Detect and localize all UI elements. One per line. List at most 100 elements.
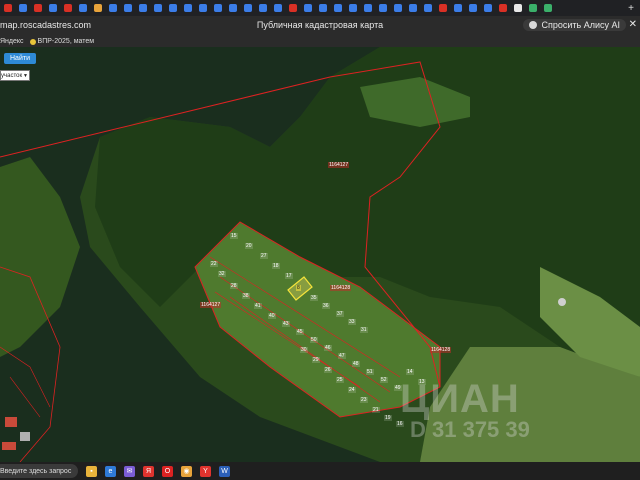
browser-tab[interactable] — [270, 1, 285, 15]
plot-number-label[interactable]: 43 — [282, 321, 290, 327]
browser-tab[interactable] — [120, 1, 135, 15]
plot-number-label[interactable]: 46 — [324, 345, 332, 351]
browser-tab[interactable] — [90, 1, 105, 15]
ask-alice-label: Спросить Алису AI — [541, 20, 620, 30]
browser-tab[interactable] — [60, 1, 75, 15]
cadastral-label[interactable]: 1164128 — [330, 285, 352, 291]
browser-tab[interactable] — [240, 1, 255, 15]
mail-icon[interactable]: ✉ — [124, 465, 135, 477]
opera-icon[interactable]: O — [162, 465, 173, 477]
ask-alice-button[interactable]: Спросить Алису AI — [523, 19, 626, 31]
browser-tab[interactable] — [480, 1, 495, 15]
cadastral-label[interactable]: 1164127 — [328, 162, 350, 168]
browser-tab[interactable] — [420, 1, 435, 15]
plot-number-label[interactable]: 26 — [324, 367, 332, 373]
browser-tab[interactable] — [525, 1, 540, 15]
plot-number-label[interactable]: 35 — [310, 295, 318, 301]
object-type-select[interactable]: участок ▼ — [0, 70, 30, 81]
word-icon[interactable]: W — [219, 465, 230, 477]
bookmark-label: ВПР-2025, матем — [37, 38, 95, 45]
file-explorer-icon[interactable]: ▪ — [86, 465, 97, 477]
plot-number-label[interactable]: 21 — [372, 407, 380, 413]
browser-tab[interactable] — [540, 1, 555, 15]
highlighted-plot-label[interactable]: 8 — [296, 285, 301, 291]
tab-favicon-icon — [498, 4, 507, 12]
browser-tab[interactable] — [330, 1, 345, 15]
plot-number-label[interactable]: 18 — [272, 263, 280, 269]
plot-number-label[interactable]: 45 — [296, 329, 304, 335]
cadastral-label[interactable]: 1164128 — [430, 347, 452, 353]
plot-number-label[interactable]: 20 — [245, 243, 253, 249]
cadastral-label[interactable]: 1164127 — [200, 302, 222, 308]
plot-number-label[interactable]: 27 — [260, 253, 268, 259]
browser-tab[interactable] — [285, 1, 300, 15]
plot-number-label[interactable]: 32 — [218, 271, 226, 277]
find-button[interactable]: Найти — [4, 53, 36, 64]
browser-tab[interactable] — [165, 1, 180, 15]
tab-favicon-icon — [438, 4, 447, 12]
bookmark-yandex[interactable]: Яндекс — [0, 38, 24, 45]
bookmark-vpr[interactable]: ВПР-2025, матем — [29, 38, 95, 45]
browser-tab[interactable] — [300, 1, 315, 15]
browser-tab[interactable] — [0, 1, 15, 15]
plot-number-label[interactable]: 33 — [348, 319, 356, 325]
plot-number-label[interactable]: 41 — [254, 303, 262, 309]
plot-number-label[interactable]: 29 — [312, 357, 320, 363]
tab-favicon-icon — [468, 4, 477, 12]
plot-number-label[interactable]: 37 — [336, 311, 344, 317]
browser-tab[interactable] — [30, 1, 45, 15]
plot-number-label[interactable]: 24 — [348, 387, 356, 393]
plot-number-label[interactable]: 38 — [242, 293, 250, 299]
close-icon[interactable]: ✕ — [629, 19, 637, 30]
plot-number-label[interactable]: 31 — [360, 327, 368, 333]
yandex-browser-icon[interactable]: Y — [200, 465, 211, 477]
browser-tab[interactable] — [390, 1, 405, 15]
browser-tab[interactable] — [495, 1, 510, 15]
tab-favicon-icon — [108, 4, 117, 12]
browser-tab[interactable] — [135, 1, 150, 15]
browser-tab[interactable] — [405, 1, 420, 15]
browser-tab[interactable] — [450, 1, 465, 15]
browser-tab[interactable] — [465, 1, 480, 15]
tab-favicon-icon — [273, 4, 282, 12]
browser-tab[interactable] — [180, 1, 195, 15]
browser-tab[interactable] — [255, 1, 270, 15]
new-tab-button[interactable]: + — [628, 3, 634, 14]
browser-tab[interactable] — [375, 1, 390, 15]
plot-number-label[interactable]: 51 — [366, 369, 374, 375]
plot-number-label[interactable]: 19 — [384, 415, 392, 421]
taskbar-search-input[interactable]: Введите здесь запрос — [0, 464, 78, 478]
edge-icon[interactable]: e — [105, 465, 116, 477]
browser-tab[interactable] — [510, 1, 525, 15]
plot-number-label[interactable]: 52 — [380, 377, 388, 383]
browser-tab[interactable] — [345, 1, 360, 15]
chrome-icon[interactable]: ◉ — [181, 465, 192, 477]
plot-number-label[interactable]: 14 — [406, 369, 414, 375]
browser-tab[interactable] — [195, 1, 210, 15]
plot-number-label[interactable]: 22 — [210, 261, 218, 267]
plot-number-label[interactable]: 36 — [322, 303, 330, 309]
browser-tab[interactable] — [435, 1, 450, 15]
browser-tab[interactable] — [15, 1, 30, 15]
plot-number-label[interactable]: 50 — [310, 337, 318, 343]
plot-number-label[interactable]: 47 — [338, 353, 346, 359]
browser-tab[interactable] — [210, 1, 225, 15]
plot-number-label[interactable]: 17 — [285, 273, 293, 279]
plot-number-label[interactable]: 23 — [360, 397, 368, 403]
browser-tab[interactable] — [105, 1, 120, 15]
tab-favicon-icon — [288, 4, 297, 12]
plot-number-label[interactable]: 28 — [230, 283, 238, 289]
cadastral-map[interactable]: Найти участок ▼ 1164127 1164127 1164128 … — [0, 47, 640, 462]
browser-tab[interactable] — [75, 1, 90, 15]
plot-number-label[interactable]: 48 — [352, 361, 360, 367]
plot-number-label[interactable]: 30 — [300, 347, 308, 353]
plot-number-label[interactable]: 15 — [230, 233, 238, 239]
plot-number-label[interactable]: 40 — [268, 313, 276, 319]
browser-tab[interactable] — [360, 1, 375, 15]
plot-number-label[interactable]: 25 — [336, 377, 344, 383]
yandex-icon[interactable]: Я — [143, 465, 154, 477]
browser-tab[interactable] — [225, 1, 240, 15]
browser-tab[interactable] — [315, 1, 330, 15]
browser-tab[interactable] — [150, 1, 165, 15]
browser-tab[interactable] — [45, 1, 60, 15]
